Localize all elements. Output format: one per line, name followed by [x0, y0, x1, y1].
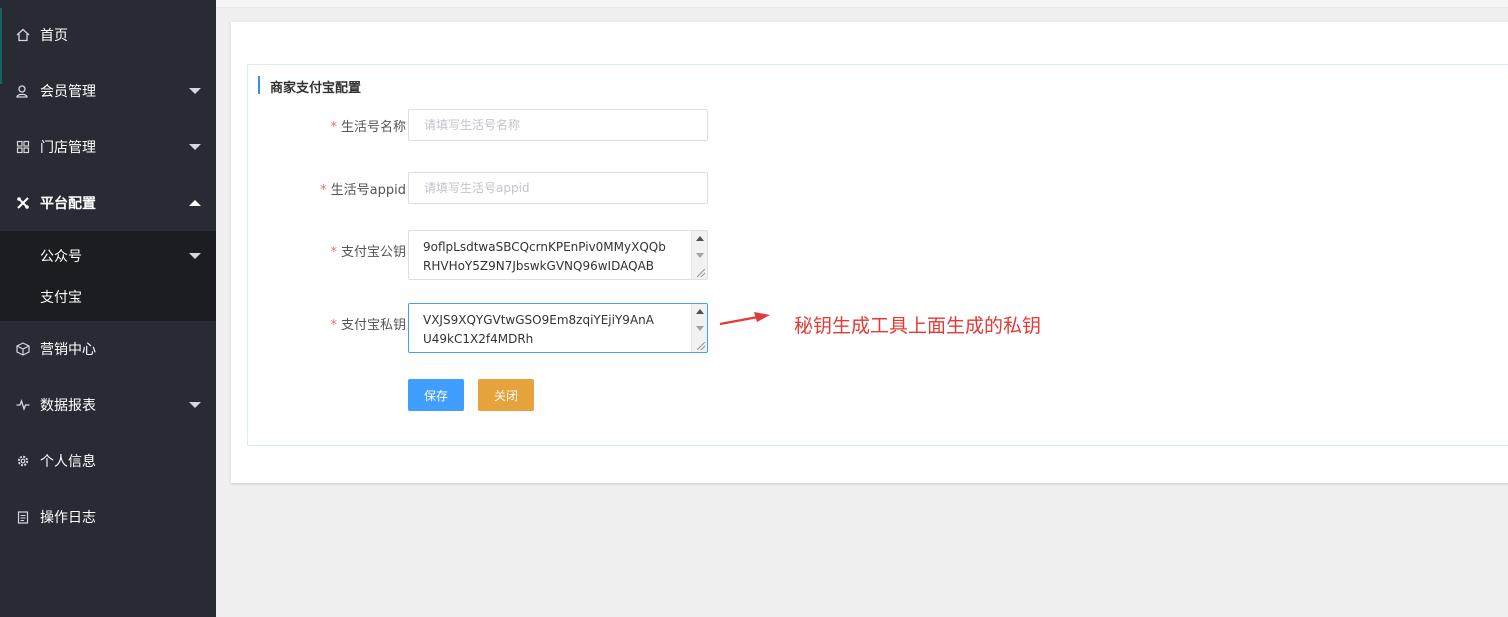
field-label-text: 生活号名称: [340, 120, 406, 135]
sidebar-item-label: 支付宝: [40, 290, 82, 306]
sidebar-item-label: 个人信息: [40, 454, 96, 470]
legend-accent-bar: [258, 76, 260, 94]
sidebar-item-logs[interactable]: 操作日志: [0, 489, 216, 545]
chevron-up-icon: [189, 200, 201, 206]
required-mark: *: [330, 245, 337, 260]
content-card: 商家支付宝配置 *生活号名称 *生活号appid *支付宝公钥 9oflpLsd…: [231, 22, 1508, 483]
field-label-text: 支付宝私钥: [340, 318, 406, 333]
required-mark: *: [320, 183, 327, 198]
sidebar-item-profile[interactable]: 个人信息: [0, 433, 216, 489]
home-icon: [15, 27, 31, 43]
sidebar-item-label: 会员管理: [40, 84, 96, 100]
alipay-config-fieldset: 商家支付宝配置 *生活号名称 *生活号appid *支付宝公钥 9oflpLsd…: [247, 64, 1508, 446]
textarea-line: U49kC1X2f4MDRh: [423, 332, 534, 346]
sidebar-item-reports[interactable]: 数据报表: [0, 377, 216, 433]
alipay-private-key-textarea[interactable]: VXJS9XQYGVtwGSO9Em8zqiYEjiY9AnA U49kC1X2…: [408, 303, 708, 353]
field-label-text: 生活号appid: [330, 183, 406, 198]
clipboard-icon: [15, 509, 31, 525]
field-label-life-name: * 生活号名称: [330, 116, 406, 135]
sidebar-item-members[interactable]: 会员管理: [0, 63, 216, 119]
textarea-line: RHVHoY5Z9N7JbswkGVNQ96wIDAQAB: [423, 259, 655, 273]
top-bar: [216, 0, 1508, 8]
scroll-up-icon[interactable]: [696, 236, 704, 241]
textarea-scrollbar[interactable]: [691, 304, 707, 352]
save-button[interactable]: 保存: [408, 379, 464, 411]
scroll-down-icon[interactable]: [696, 253, 704, 258]
sidebar-subitem-alipay[interactable]: 支付宝: [0, 276, 216, 318]
sidebar-subitem-wechat[interactable]: 公众号: [0, 235, 216, 277]
tools-icon: [15, 195, 31, 211]
textarea-scrollbar[interactable]: [691, 231, 707, 279]
scroll-up-icon[interactable]: [696, 309, 704, 314]
field-label-alipay-public-key: * 支付宝公钥: [330, 241, 406, 260]
required-mark: *: [330, 318, 337, 333]
store-icon: [15, 139, 31, 155]
sidebar-item-stores[interactable]: 门店管理: [0, 119, 216, 175]
sidebar-item-label: 首页: [40, 28, 68, 44]
sidebar-item-marketing[interactable]: 营销中心: [0, 321, 216, 377]
life-name-input[interactable]: [408, 109, 708, 141]
resize-grip-icon[interactable]: [697, 342, 705, 350]
textarea-line: VXJS9XQYGVtwGSO9Em8zqiYEjiY9AnA: [423, 313, 654, 327]
sidebar-item-label: 公众号: [40, 249, 82, 265]
chevron-down-icon: [189, 253, 201, 259]
user-icon: [15, 83, 31, 99]
textarea-line: 9oflpLsdtwaSBCQcrnKPEnPiv0MMyXQQb: [423, 240, 666, 254]
chevron-down-icon: [189, 402, 201, 408]
gear-icon: [15, 453, 31, 469]
sidebar-item-label: 数据报表: [40, 398, 96, 414]
cube-icon: [15, 341, 31, 357]
field-label-life-appid: * 生活号appid: [320, 179, 406, 198]
sidebar: 首页 会员管理 门店管理 平台配置 公众号 支付宝 营销中心 数据报表 个人信息…: [0, 0, 216, 617]
required-mark: *: [330, 120, 337, 135]
sidebar-item-label: 操作日志: [40, 510, 96, 526]
chevron-down-icon: [189, 144, 201, 150]
alipay-public-key-textarea[interactable]: 9oflpLsdtwaSBCQcrnKPEnPiv0MMyXQQb RHVHoY…: [408, 230, 708, 280]
sidebar-item-label: 门店管理: [40, 140, 96, 156]
chevron-down-icon: [189, 88, 201, 94]
close-button[interactable]: 关闭: [478, 379, 534, 411]
sidebar-item-label: 平台配置: [40, 196, 96, 212]
annotation-arrow-icon: [719, 312, 770, 326]
pulse-icon: [15, 397, 31, 413]
sidebar-item-platform-config[interactable]: 平台配置: [0, 175, 216, 231]
sidebar-item-label: 营销中心: [40, 342, 96, 358]
scroll-down-icon[interactable]: [696, 326, 704, 331]
section-title: 商家支付宝配置: [270, 81, 362, 96]
submenu-platform-config: 公众号 支付宝: [0, 231, 216, 321]
life-appid-input[interactable]: [408, 172, 708, 204]
sidebar-item-home[interactable]: 首页: [0, 7, 216, 63]
field-label-text: 支付宝公钥: [340, 245, 406, 260]
field-label-alipay-private-key: * 支付宝私钥: [330, 314, 406, 333]
annotation-text: 秘钥生成工具上面生成的私钥: [794, 315, 1042, 337]
resize-grip-icon[interactable]: [697, 269, 705, 277]
